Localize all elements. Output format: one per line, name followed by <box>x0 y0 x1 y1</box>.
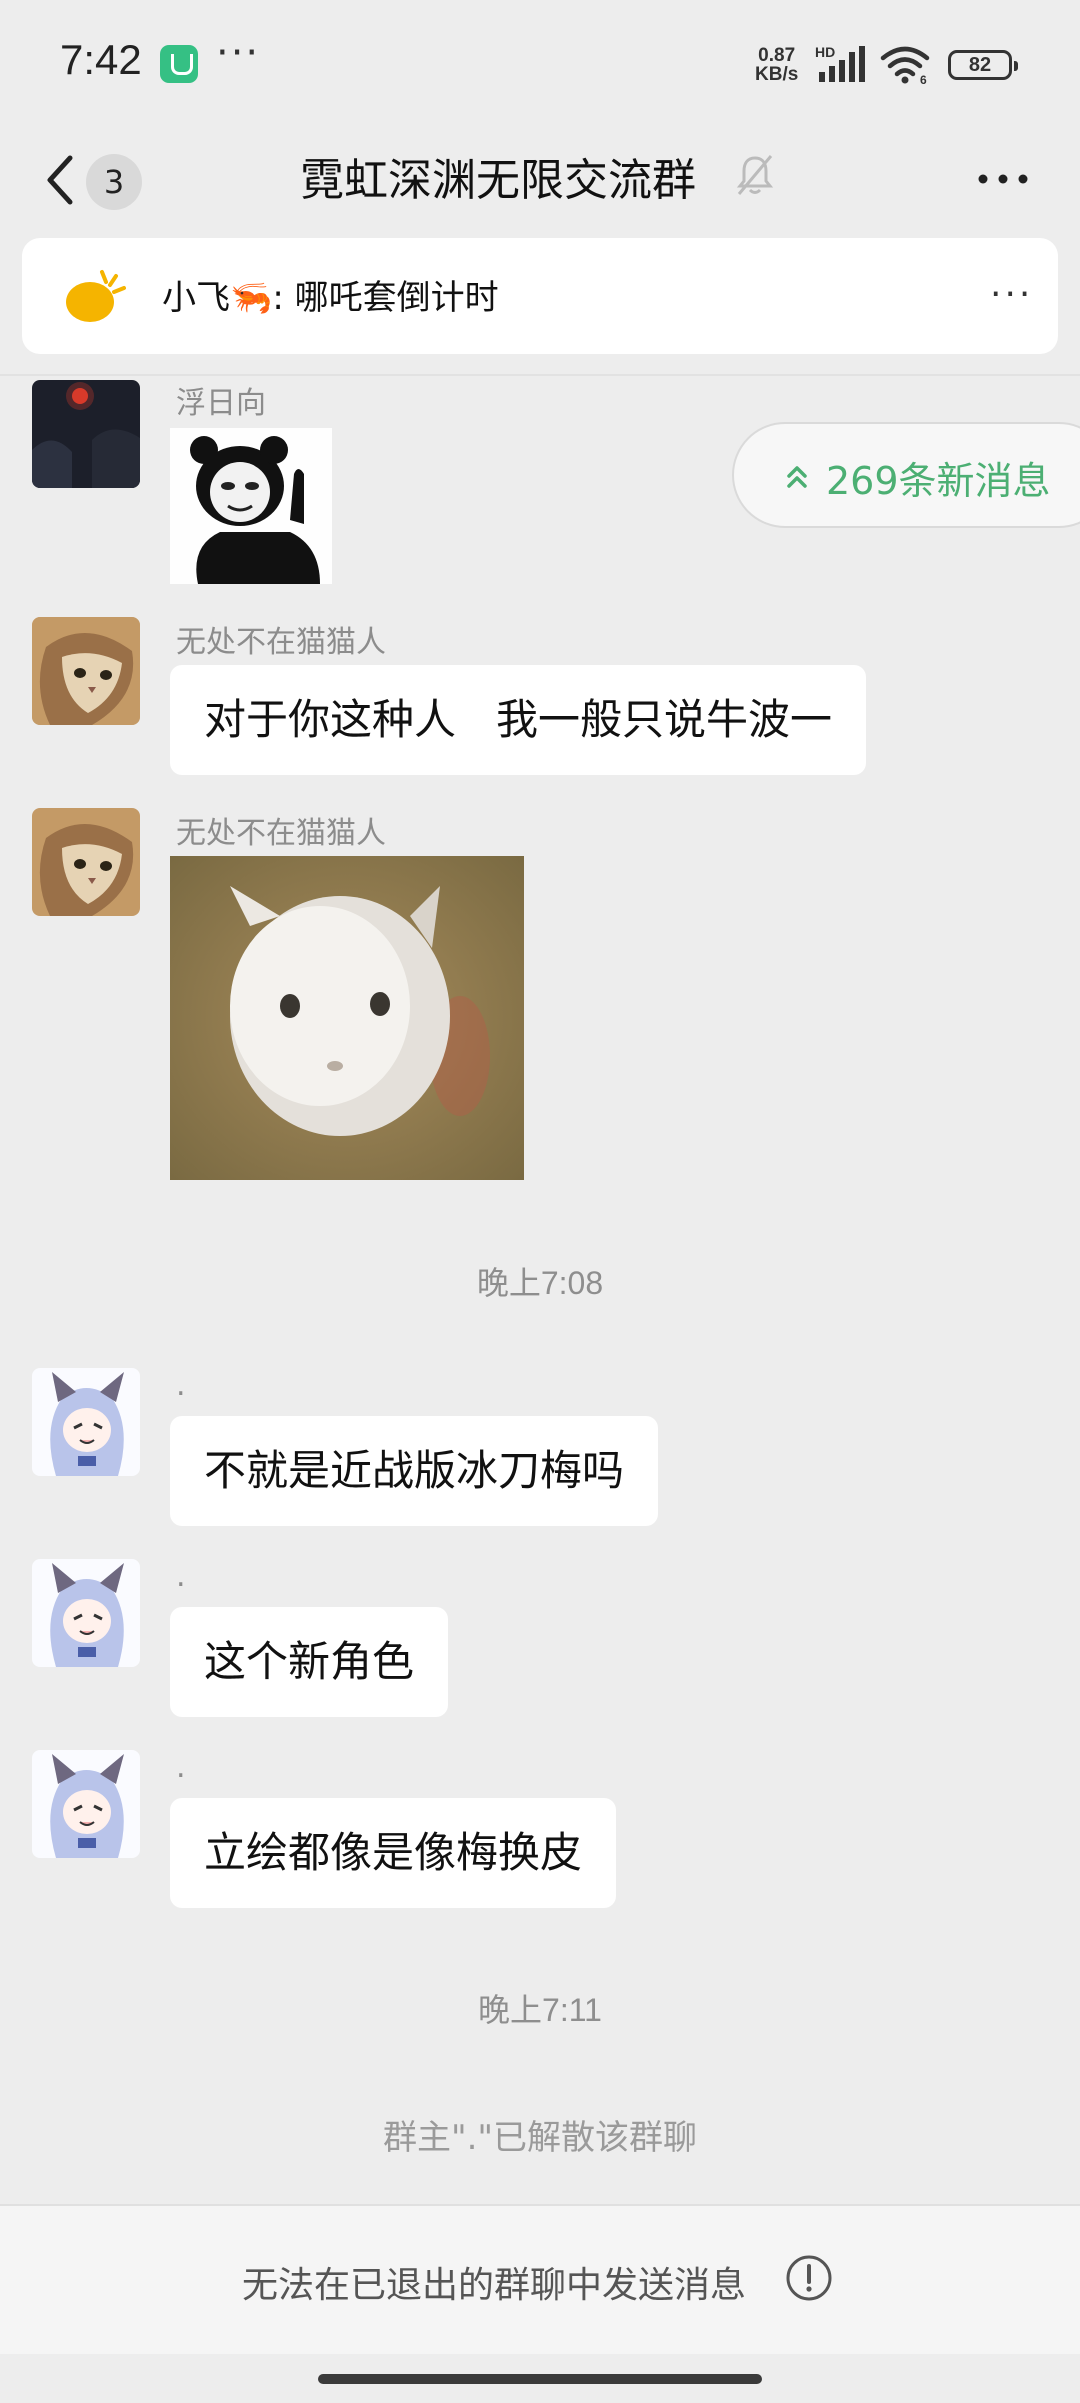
chat-header: 3 霓虹深渊无限交流群 <box>0 130 1080 235</box>
timestamp: 晚上7:11 <box>478 1992 602 2028</box>
exclamation-info-icon[interactable] <box>785 2254 833 2302</box>
home-indicator[interactable] <box>318 2374 762 2384</box>
avatar[interactable] <box>32 380 140 488</box>
sender-name: . <box>176 1368 186 1403</box>
message-bubble[interactable]: 不就是近战版冰刀梅吗 <box>170 1416 659 1526</box>
sender-name: 浮日向 <box>176 386 266 421</box>
wifi-6-label: 6 <box>920 73 927 84</box>
more-notifications-icon: ··· <box>216 30 261 76</box>
avatar[interactable] <box>32 1368 140 1476</box>
new-messages-button[interactable]: 269条新消息 <box>732 422 1080 528</box>
avatar[interactable] <box>32 808 140 916</box>
more-options-icon[interactable] <box>975 154 1031 204</box>
pinned-message-bar[interactable]: 小飞🦐: 哪吒套倒计时 ... <box>22 238 1058 354</box>
header-divider <box>0 374 1080 376</box>
message-bubble[interactable]: 立绘都像是像梅换皮 <box>170 1798 617 1908</box>
pinned-more-icon[interactable]: ... <box>990 264 1033 305</box>
wifi-icon: 6 <box>880 46 930 84</box>
status-bar: 7:42 ··· 0.87 KB/s HD 6 82 <box>0 0 1080 130</box>
network-speed-value: 0.87 <box>758 45 796 66</box>
clock: 7:42 <box>60 36 142 83</box>
blurry-cat-sticker[interactable] <box>170 856 524 1180</box>
announcement-sun-icon <box>66 270 126 322</box>
system-message: 群主"."已解散该群聊 <box>382 2118 698 2158</box>
sender-name: 无处不在猫猫人 <box>176 816 386 851</box>
timestamp: 晚上7:08 <box>476 1265 604 1301</box>
hd-label: HD <box>815 44 835 60</box>
network-speed: 0.87 KB/s <box>755 46 798 84</box>
battery-icon: 82 <box>948 50 1018 80</box>
avatar[interactable] <box>32 1750 140 1858</box>
back-arrow-icon[interactable] <box>40 150 80 210</box>
network-speed-unit: KB/s <box>755 64 799 85</box>
sender-name: . <box>176 1750 186 1785</box>
cannot-send-notice: 无法在已退出的群聊中发送消息 <box>242 2265 747 2306</box>
mi-home-icon <box>160 45 198 83</box>
unread-count-badge[interactable]: 3 <box>86 154 142 210</box>
avatar[interactable] <box>32 1559 140 1667</box>
message-bubble[interactable]: 对于你这种人 我一般只说牛波一 <box>170 665 867 775</box>
sender-name: . <box>176 1559 186 1594</box>
avatar[interactable] <box>32 617 140 725</box>
message-bubble[interactable]: 这个新角色 <box>170 1607 449 1717</box>
muted-bell-icon <box>736 155 774 195</box>
double-chevron-up-icon <box>787 466 807 488</box>
new-messages-label: 269条新消息 <box>826 459 1051 503</box>
chat-title: 霓虹深渊无限交流群 <box>300 155 696 206</box>
input-disabled-bar: 无法在已退出的群聊中发送消息 <box>0 2204 1080 2354</box>
panda-meme-sticker[interactable] <box>170 428 332 584</box>
pinned-message-text: 小飞🦐: 哪吒套倒计时 <box>162 278 499 318</box>
cellular-signal-icon: HD <box>815 44 865 82</box>
sender-name: 无处不在猫猫人 <box>176 625 386 660</box>
